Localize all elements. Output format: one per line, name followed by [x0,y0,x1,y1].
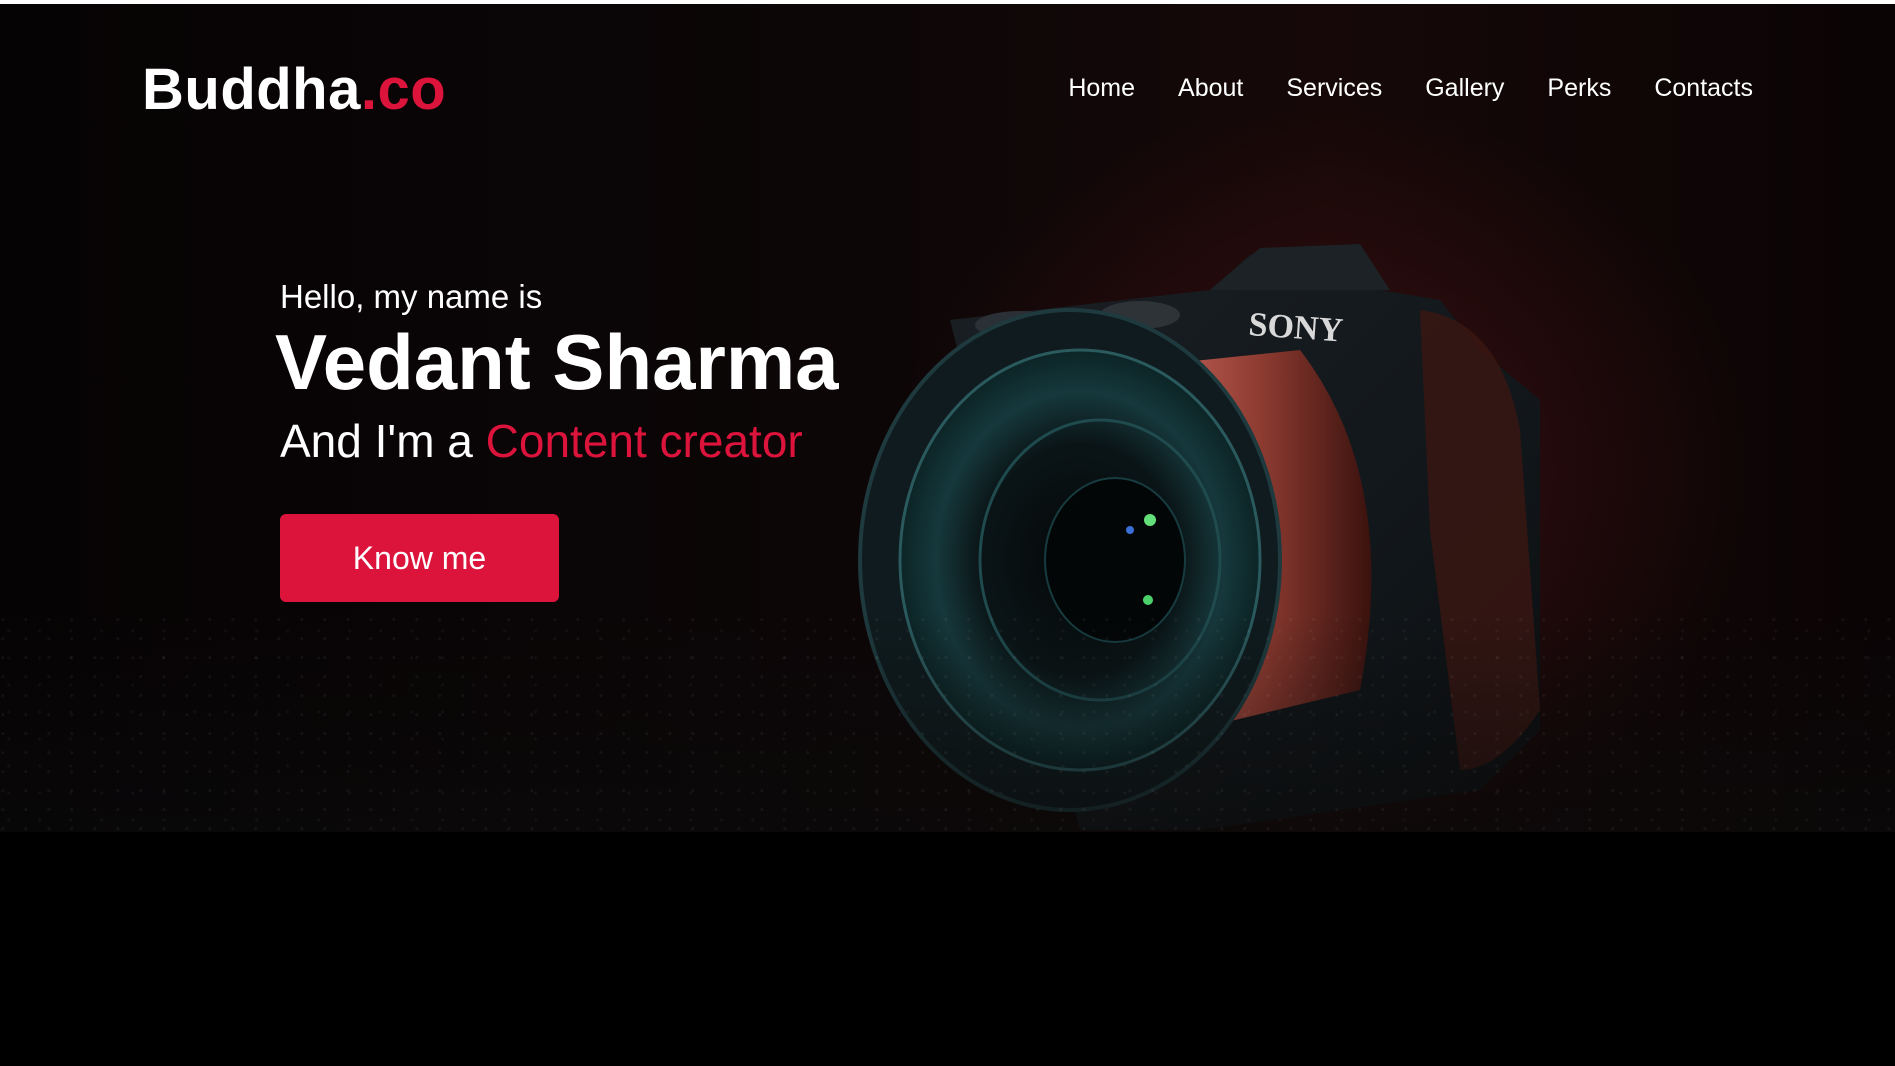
brand-suffix: .co [360,57,447,122]
nav-perks[interactable]: Perks [1547,74,1611,103]
role-prefix: And I'm a [280,415,486,467]
greeting-text: Hello, my name is [280,278,543,315]
nav-contacts[interactable]: Contacts [1654,74,1753,103]
nav-home[interactable]: Home [1068,74,1135,103]
role-highlight: Content creator [485,415,803,467]
person-name: Vedant Sharma [275,318,839,406]
brand-logo[interactable]: Buddha.co [142,56,446,123]
main-nav: Home About Services Gallery Perks Contac… [1068,74,1753,103]
hero-section: SONY Buddha.co Home About Services Galle… [0,0,1895,832]
nav-gallery[interactable]: Gallery [1425,74,1504,103]
intro-block: Hello, my name is Vedant Sharma And I'm … [275,278,839,468]
camera-brand-label: SONY [1247,306,1344,349]
nav-about[interactable]: About [1178,74,1243,103]
know-me-button[interactable]: Know me [280,514,559,602]
nav-services[interactable]: Services [1286,74,1382,103]
camera-image: SONY [858,244,1540,830]
role-line: And I'm a Content creator [280,414,839,468]
brand-name: Buddha [142,57,361,122]
